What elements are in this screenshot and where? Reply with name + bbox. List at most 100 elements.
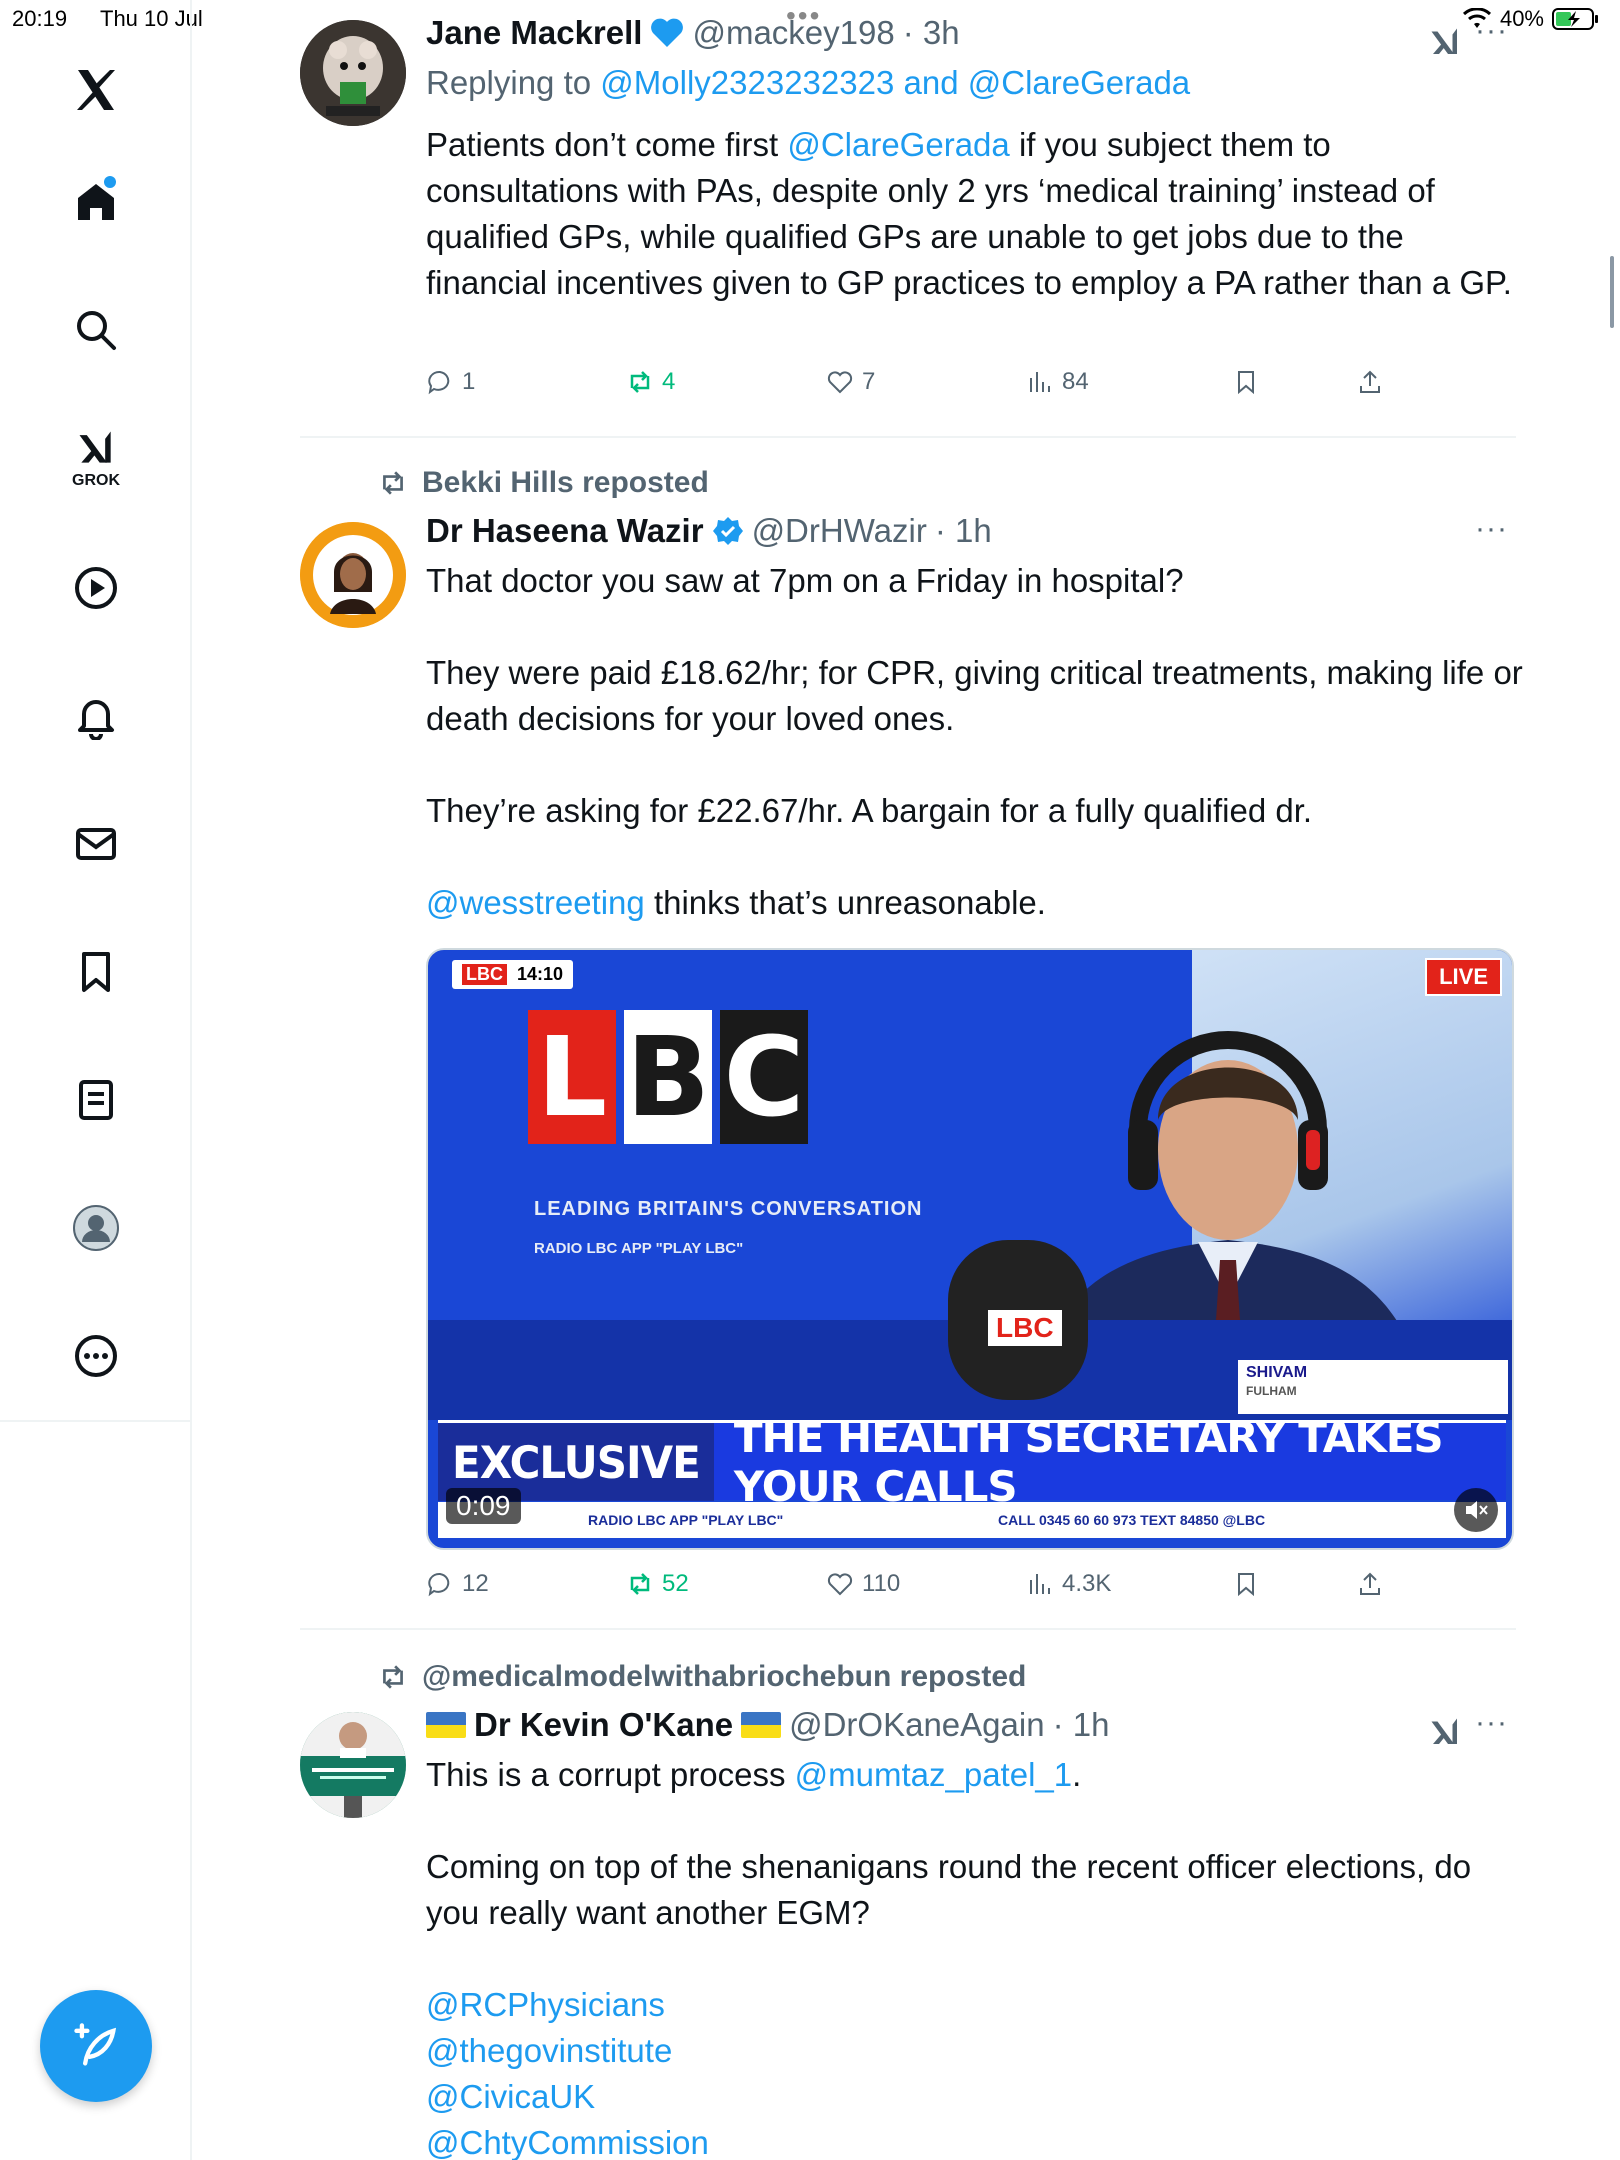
scrollbar[interactable] — [1610, 256, 1614, 328]
repost-count: 52 — [662, 1570, 689, 1597]
tweet-paragraph-2: They were paid £18.62/hr; for CPR, givin… — [426, 654, 1523, 737]
avatar-dr-kevin-okane[interactable] — [300, 1712, 406, 1818]
reply-count: 12 — [462, 1570, 489, 1597]
grok-explain-icon[interactable] — [1426, 1714, 1464, 1750]
tweet-text-start: Patients don’t come first — [426, 126, 779, 163]
caller-place: FULHAM — [1246, 1384, 1297, 1398]
tweet-paragraph-2: Coming on top of the shenanigans round t… — [426, 1848, 1472, 1931]
tweet-time: · 1h — [1052, 1706, 1110, 1743]
video-player[interactable]: LBC 14:10 LIVE L B C LEADING BRITAIN'S C… — [426, 948, 1514, 1550]
reply-mention-1[interactable]: @Molly2323232323 — [600, 64, 894, 101]
video-duration: 0:09 — [446, 1488, 521, 1524]
tweet-jane-mackrell[interactable]: Jane Mackrell @mackey198 · 3h ··· Replyi… — [300, 0, 1520, 440]
bookmarks-icon[interactable] — [56, 932, 136, 1012]
tweet-mention[interactable]: @wesstreeting — [426, 884, 645, 921]
views-button[interactable]: 4.3K — [1026, 1570, 1111, 1598]
sidebar: GROK — [0, 0, 192, 2160]
bookmark-button[interactable] — [1232, 368, 1260, 396]
tweet-header: Jane Mackrell @mackey198 · 3h — [426, 14, 960, 52]
author-name[interactable]: Dr Haseena Wazir — [426, 512, 704, 550]
mute-button[interactable] — [1454, 1488, 1498, 1532]
like-button[interactable]: 110 — [826, 1570, 900, 1598]
tweet-paragraph-4-rest: thinks that’s unreasonable. — [653, 884, 1046, 921]
corner-logo: LBC — [462, 964, 507, 985]
compose-post-button[interactable] — [40, 1990, 152, 2102]
views-bar-chart-icon — [1030, 372, 1050, 392]
repost-icon — [383, 471, 403, 495]
share-button[interactable] — [1356, 368, 1384, 396]
repost-icon — [630, 1573, 650, 1595]
notifications-bell-icon[interactable] — [56, 676, 136, 756]
x-logo-icon[interactable] — [56, 50, 136, 130]
search-icon[interactable] — [56, 290, 136, 370]
repost-button[interactable]: 4 — [626, 368, 675, 396]
grok-label: GROK — [72, 472, 120, 489]
lbc-platforms: RADIO LBC APP "PLAY LBC" — [534, 1240, 744, 1257]
channel-corner-bug: LBC 14:10 — [452, 960, 574, 989]
like-count: 7 — [862, 368, 876, 395]
ticker-right: CALL 0345 60 60 973 TEXT 84850 @LBC — [998, 1512, 1266, 1528]
reply-and: and — [903, 64, 959, 101]
tweet-more-icon[interactable]: ··· — [1475, 14, 1508, 48]
author-name[interactable]: Dr Kevin O'Kane — [474, 1706, 733, 1744]
tweet-paragraph-4: @wesstreeting thinks that’s unreasonable… — [426, 880, 1526, 926]
profile-avatar-icon[interactable] — [56, 1188, 136, 1268]
tweet-paragraph-3: They’re asking for £22.67/hr. A bargain … — [426, 792, 1313, 829]
mention-chtycommission[interactable]: @ChtyCommission — [426, 2120, 1526, 2160]
repost-icon — [383, 1665, 403, 1689]
mic-flag-label: LBC — [988, 1310, 1062, 1346]
mention-thegovinstitute[interactable]: @thegovinstitute — [426, 2028, 1526, 2074]
more-options-icon[interactable] — [56, 1316, 136, 1396]
share-icon — [1360, 370, 1380, 393]
author-handle[interactable]: @mackey198 — [692, 14, 894, 52]
grok-explain-icon[interactable] — [1426, 24, 1464, 60]
replying-to: Replying to @Molly2323232323 and @ClareG… — [426, 64, 1190, 102]
author-handle[interactable]: @DrHWazir — [752, 512, 927, 550]
heart-icon — [827, 1573, 853, 1596]
share-button[interactable] — [1356, 1570, 1384, 1598]
bookmark-button[interactable] — [1232, 1570, 1260, 1598]
reposted-by[interactable]: @medicalmodelwithabriochebun reposted — [378, 1660, 1026, 1694]
like-button[interactable]: 7 — [826, 368, 875, 396]
mention-civicauk[interactable]: @CivicaUK — [426, 2074, 1526, 2120]
tweet-time: · 3h — [902, 14, 960, 51]
lbc-letter-b: B — [624, 1010, 712, 1144]
tweet-paragraph-1: This is a corrupt process @mumtaz_patel_… — [426, 1752, 1526, 1798]
action-bar: 1 4 7 84 — [426, 368, 1426, 408]
repost-icon — [630, 371, 650, 393]
author-handle[interactable]: @DrOKaneAgain — [789, 1706, 1044, 1744]
tweet-more-icon[interactable]: ··· — [1475, 512, 1508, 546]
avatar-jane-mackrell[interactable] — [300, 20, 406, 126]
tweet-mention[interactable]: @mumtaz_patel_1 — [795, 1756, 1072, 1793]
messages-envelope-icon[interactable] — [56, 804, 136, 884]
repost-button[interactable]: 52 — [626, 1570, 689, 1598]
reposted-by-label: @medicalmodelwithabriochebun reposted — [422, 1660, 1027, 1693]
tweet-more-icon[interactable]: ··· — [1475, 1706, 1508, 1740]
action-bar: 12 52 110 4.3K — [426, 1570, 1426, 1610]
tweet-line1-end: . — [1072, 1756, 1082, 1793]
home-icon[interactable] — [56, 162, 136, 242]
headline: THE HEALTH SECRETARY TAKES YOUR CALLS — [733, 1412, 1444, 1511]
tweet-mention[interactable]: @ClareGerada — [787, 126, 1009, 163]
reply-mention-2[interactable]: @ClareGerada — [968, 64, 1190, 101]
reply-button[interactable]: 12 — [426, 1570, 489, 1598]
share-icon — [1360, 1572, 1380, 1595]
views-count: 84 — [1062, 368, 1089, 395]
reply-button[interactable]: 1 — [426, 368, 475, 396]
views-button[interactable]: 84 — [1026, 368, 1089, 396]
bookmark-icon — [1238, 371, 1254, 395]
tweet-text: That doctor you saw at 7pm on a Friday i… — [426, 558, 1526, 926]
video-play-icon[interactable] — [56, 548, 136, 628]
avatar-dr-haseena-wazir[interactable] — [300, 522, 406, 628]
lists-icon[interactable] — [56, 1060, 136, 1140]
ukraine-flag-icon — [741, 1712, 782, 1738]
author-name[interactable]: Jane Mackrell — [426, 14, 642, 52]
speaker-muted-icon — [1466, 1501, 1488, 1519]
reposted-by[interactable]: Bekki Hills reposted — [378, 466, 709, 500]
grok-icon[interactable]: GROK — [56, 418, 136, 498]
news-ticker: EXCLUSIVE THE HEALTH SECRETARY TAKES YOU… — [438, 1413, 1506, 1511]
mention-rcphysicians[interactable]: @RCPhysicians — [426, 1982, 1526, 2028]
heart-icon — [827, 371, 853, 394]
tweet-paragraph-1: That doctor you saw at 7pm on a Friday i… — [426, 562, 1184, 599]
tweet-dr-kevin-okane[interactable]: @medicalmodelwithabriochebun reposted Dr… — [300, 1630, 1520, 2160]
